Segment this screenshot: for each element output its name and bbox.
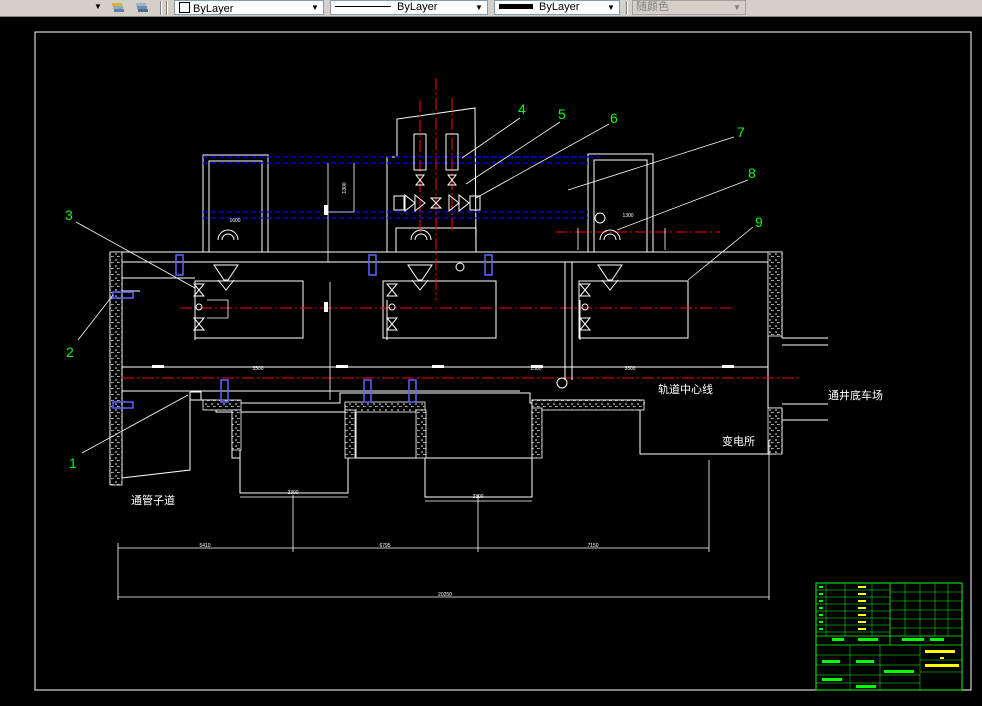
lineweight-control-dropdown[interactable]: ByLayer ▼ xyxy=(494,0,620,15)
to-depot-label: 通井底车场 xyxy=(828,388,883,402)
properties-toolbar: ▼ ByLayer ▼ ByLayer ▼ ByLayer ▼ 随颜色 ▼ xyxy=(0,0,982,17)
color-control-value: ByLayer xyxy=(193,3,234,15)
dim-upper: 1600 xyxy=(229,218,240,224)
dim-bay2: 3300 xyxy=(472,494,483,500)
callout-8: 8 xyxy=(748,165,756,181)
callout-9: 9 xyxy=(755,214,763,230)
substation-label: 变电所 xyxy=(722,434,755,448)
layer-dropdown-tail[interactable]: ▼ xyxy=(0,0,106,15)
valves xyxy=(122,133,606,389)
toolbar-separator xyxy=(626,1,628,15)
pipe-passage-label: 通管子道 xyxy=(131,493,175,507)
dim-bay1: 3300 xyxy=(287,490,298,496)
chevron-down-icon: ▼ xyxy=(607,3,615,12)
dim-track1: 3500 xyxy=(252,366,263,372)
drainage-pipes xyxy=(203,156,600,219)
toolbar-separator xyxy=(166,1,168,15)
linetype-control-value: ByLayer xyxy=(397,1,438,13)
color-control-dropdown[interactable]: ByLayer ▼ xyxy=(174,0,324,15)
pump-bays xyxy=(194,280,689,339)
callout-3: 3 xyxy=(65,207,73,223)
dimension-lines xyxy=(117,163,770,600)
dim-track2: 2500 xyxy=(530,366,541,372)
plotstyle-control-dropdown: 随颜色 ▼ xyxy=(632,0,746,15)
toolbar-separator xyxy=(160,1,162,15)
cad-drawing[interactable]: 20250 5410 6795 7150 3300 3300 3500 2500… xyxy=(0,18,982,706)
callout-4: 4 xyxy=(518,101,526,117)
linetype-sample xyxy=(335,6,391,7)
dim-height: 1300 xyxy=(342,182,348,193)
plotstyle-control-value: 随颜色 xyxy=(636,1,669,13)
callout-2: 2 xyxy=(66,344,74,360)
color-swatch xyxy=(179,2,190,13)
title-block xyxy=(815,582,963,691)
drawing-border xyxy=(34,31,972,691)
chevron-down-icon: ▼ xyxy=(311,3,319,12)
chamber-outline xyxy=(109,251,828,498)
callout-1: 1 xyxy=(69,455,77,471)
dim-track3: 3300 xyxy=(624,366,635,372)
lineweight-sample xyxy=(499,4,533,9)
dim-seg3: 7150 xyxy=(587,543,598,549)
drawing-canvas[interactable]: 20250 5410 6795 7150 3300 3300 3500 2500… xyxy=(0,18,982,706)
chevron-down-icon: ▼ xyxy=(475,3,483,12)
track-centerline-label: 轨道中心线 xyxy=(658,382,713,396)
chevron-down-icon: ▼ xyxy=(733,3,741,12)
dimension-texts: 20250 5410 6795 7150 3300 3300 3500 2500… xyxy=(199,182,635,598)
upper-structures xyxy=(202,107,654,253)
lineweight-control-value: ByLayer xyxy=(539,1,580,13)
hatched-walls xyxy=(109,251,783,486)
callout-7: 7 xyxy=(737,124,745,140)
layer-previous-icon[interactable] xyxy=(134,0,150,15)
dim-seg1: 5410 xyxy=(199,543,210,549)
linetype-control-dropdown[interactable]: ByLayer ▼ xyxy=(330,0,488,15)
layer-states-icon[interactable] xyxy=(110,0,126,15)
dim-total: 20250 xyxy=(438,592,452,598)
chevron-down-icon: ▼ xyxy=(94,2,102,11)
dim-right: 1300 xyxy=(622,213,633,219)
callout-5: 5 xyxy=(558,106,566,122)
dim-seg2: 6795 xyxy=(379,543,390,549)
callout-6: 6 xyxy=(610,110,618,126)
